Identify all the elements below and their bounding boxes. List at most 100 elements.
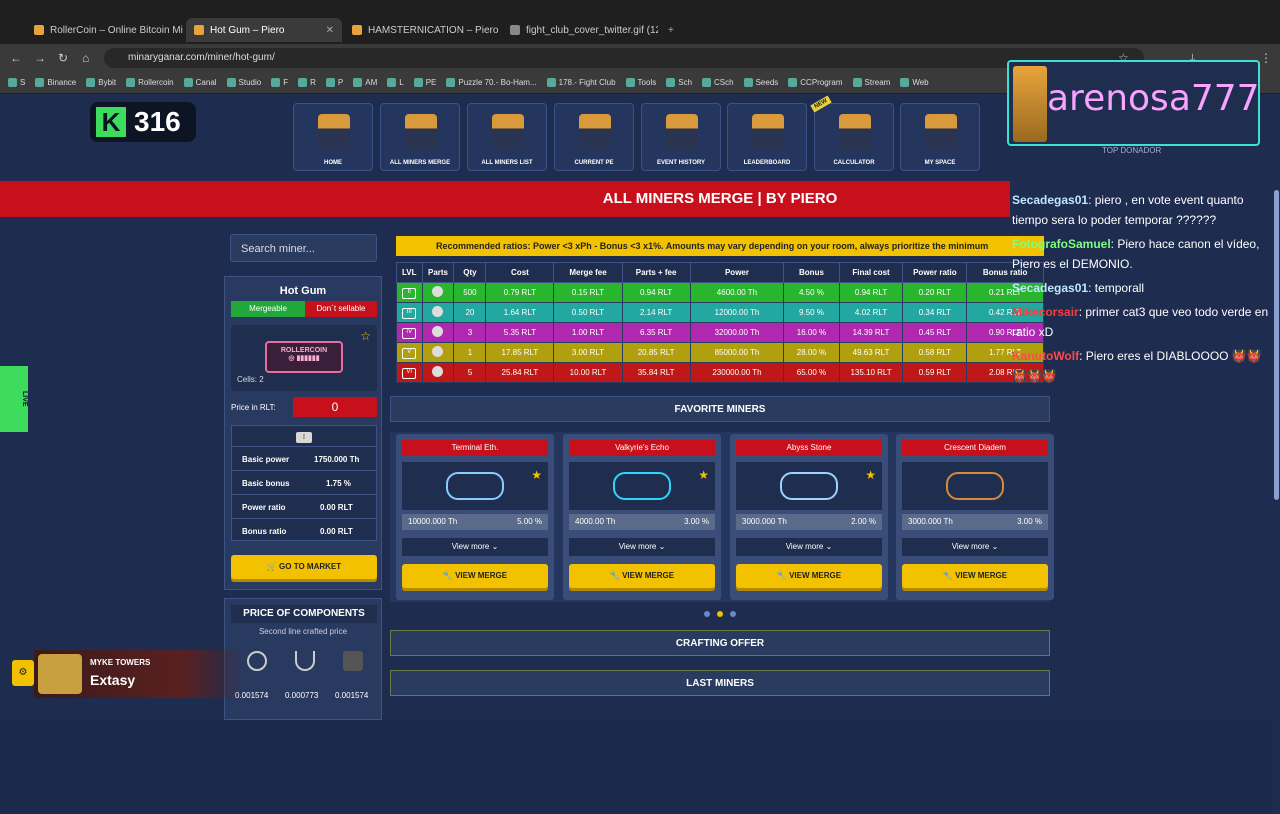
bookmark-item[interactable]: AM (353, 78, 377, 87)
chat-username: FotografoSamuel (1012, 237, 1111, 251)
table-cell: 35.84 RLT (621, 362, 691, 383)
nav-calculator[interactable]: CALCULATOR NEW (810, 95, 894, 171)
view-merge-button[interactable]: 🔧 VIEW MERGE (736, 564, 882, 588)
column-header: Bonus (783, 262, 840, 283)
favorite-miners-header[interactable]: FAVORITE MINERS (390, 396, 1050, 422)
bookmark-icon (625, 78, 635, 87)
parts-cell (421, 322, 455, 343)
nav-hamster-icon (405, 114, 437, 150)
search-miner-input[interactable]: Search miner... (230, 234, 377, 262)
favorite-star-icon[interactable]: ★ (531, 468, 542, 482)
back-icon[interactable]: ← (10, 51, 22, 65)
go-to-market-button[interactable]: 🛒 GO TO MARKET (231, 555, 377, 579)
bookmark-item[interactable]: Binance (35, 78, 76, 87)
tab-hamsternication[interactable]: HAMSTERNICATION – Piero✕ (344, 18, 498, 42)
bookmark-item[interactable]: Puzzle 70.- Bo-Ham... (446, 78, 537, 87)
favorite-miners-carousel: Terminal Eth. ★ 10000.000 Th 5.00 % View mor… (390, 432, 1054, 602)
table-cell: 12000.00 Th (689, 302, 785, 323)
site-logo[interactable]: K 316 (90, 102, 196, 142)
bookmark-icon (86, 78, 96, 87)
settings-icon[interactable]: ⚙ (12, 660, 34, 686)
bookmark-icon (666, 78, 676, 87)
now-playing-artist: MYKE TOWERS (90, 658, 151, 667)
table-cell: 4600.00 Th (689, 282, 785, 303)
bookmark-item[interactable]: L (387, 78, 404, 87)
bookmark-item[interactable]: 178.- Fight Club (546, 78, 616, 87)
view-more-button[interactable]: View more ⌄ (736, 538, 882, 556)
chevron-down-icon: ⌄ (491, 542, 499, 551)
bookmark-item[interactable]: Sch (666, 78, 692, 87)
table-cell: 49.63 RLT (838, 342, 904, 363)
top-donor-label: TOP DONADOR (1102, 146, 1162, 155)
nav-all-miners-merge[interactable]: ALL MINERS MERGE (380, 103, 460, 171)
reload-icon[interactable]: ↻ (58, 51, 68, 65)
view-more-button[interactable]: View more ⌄ (569, 538, 715, 556)
bookmark-item[interactable]: Bybit (86, 78, 116, 87)
bookmark-item[interactable]: R (298, 78, 316, 87)
new-badge: NEW (810, 95, 832, 113)
bookmark-item[interactable]: Seeds (743, 78, 778, 87)
bookmark-item[interactable]: P (325, 78, 343, 87)
carousel-dot-active[interactable] (717, 611, 723, 617)
table-cell: 1 (453, 342, 487, 363)
scrollbar-thumb[interactable] (1274, 190, 1279, 500)
favorite-star-icon[interactable]: ☆ (360, 329, 371, 343)
carousel-dot[interactable] (730, 611, 736, 617)
level-cell: II (396, 282, 423, 303)
nav-current-pe[interactable]: CURRENT PE (554, 103, 634, 171)
view-more-button[interactable]: View more ⌄ (902, 538, 1048, 556)
card-miner-image (902, 462, 1048, 510)
favorite-star-icon[interactable]: ★ (865, 468, 876, 482)
level-badge: V (402, 348, 417, 359)
bookmark-item[interactable]: CSch (702, 78, 734, 87)
home-icon[interactable]: ⌂ (82, 51, 89, 65)
live-tab[interactable]: LIVE (0, 366, 28, 432)
favorite-miner-card: Abyss Stone ★ 3000.000 Th 2.00 % View more ⌄… (730, 434, 888, 600)
view-more-button[interactable]: View more ⌄ (402, 538, 548, 556)
url-input[interactable]: minaryganar.com/miner/hot-gum/ (104, 48, 1144, 68)
bookmark-item[interactable]: Studio (226, 78, 261, 87)
table-cell: 14.39 RLT (838, 322, 904, 343)
donor-name: arenosa777 (1047, 78, 1260, 119)
close-icon[interactable]: ✕ (326, 25, 334, 36)
nav-leaderboard[interactable]: LEADERBOARD (727, 103, 807, 171)
tab-fight-club-gif[interactable]: fight_club_cover_twitter.gif (12✕ (502, 18, 658, 42)
nav-all-miners-list[interactable]: ALL MINERS LIST (467, 103, 547, 171)
bookmark-icon (702, 78, 712, 87)
menu-icon[interactable]: ⋮ (1260, 51, 1272, 65)
column-header: Qty (453, 262, 487, 283)
new-tab-button[interactable]: + (660, 18, 682, 42)
chat-username: Mikecorsair (1012, 305, 1079, 319)
bookmark-item[interactable]: Web (900, 78, 929, 87)
bookmark-item[interactable]: F (271, 78, 288, 87)
forward-icon[interactable]: → (34, 51, 46, 65)
crafting-offer-button[interactable]: CRAFTING OFFER (390, 630, 1050, 656)
site-favicon-icon (194, 25, 204, 35)
favorite-miner-card: Terminal Eth. ★ 10000.000 Th 5.00 % View mor… (396, 434, 554, 600)
page-content: K 316 HOME ALL MINERS MERGE ALL MINERS LIS… (0, 94, 1280, 814)
bookmark-icon (788, 78, 798, 87)
last-miners-button[interactable]: LAST MINERS (390, 670, 1050, 696)
view-merge-button[interactable]: 🔧 VIEW MERGE (569, 564, 715, 588)
favorite-star-icon[interactable]: ★ (698, 468, 709, 482)
bookmark-item[interactable]: S (8, 78, 25, 87)
tab-rollercoin[interactable]: RollerCoin – Online Bitcoin Mi✕ (26, 18, 184, 42)
view-merge-button[interactable]: 🔧 VIEW MERGE (902, 564, 1048, 588)
price-label: Price in RLT: (231, 403, 276, 412)
table-cell: 3.00 RLT (553, 342, 623, 363)
chat-text: : temporall (1088, 281, 1145, 295)
bookmark-item[interactable]: Rollercoin (126, 78, 174, 87)
bookmark-item[interactable]: Tools (625, 78, 656, 87)
bookmark-icon (446, 78, 456, 87)
bookmark-item[interactable]: Stream (852, 78, 890, 87)
table-cell: 6.35 RLT (621, 322, 691, 343)
carousel-dot[interactable] (704, 611, 710, 617)
nav-event-history[interactable]: EVENT HISTORY (641, 103, 721, 171)
tab-hot-gum[interactable]: Hot Gum – Piero ✕ (186, 18, 342, 42)
nav-my-space[interactable]: MY SPACE (900, 103, 980, 171)
nav-home[interactable]: HOME (293, 103, 373, 171)
view-merge-button[interactable]: 🔧 VIEW MERGE (402, 564, 548, 588)
bookmark-item[interactable]: CCProgram (788, 78, 843, 87)
bookmark-item[interactable]: PE (413, 78, 436, 87)
bookmark-item[interactable]: Canal (183, 78, 217, 87)
